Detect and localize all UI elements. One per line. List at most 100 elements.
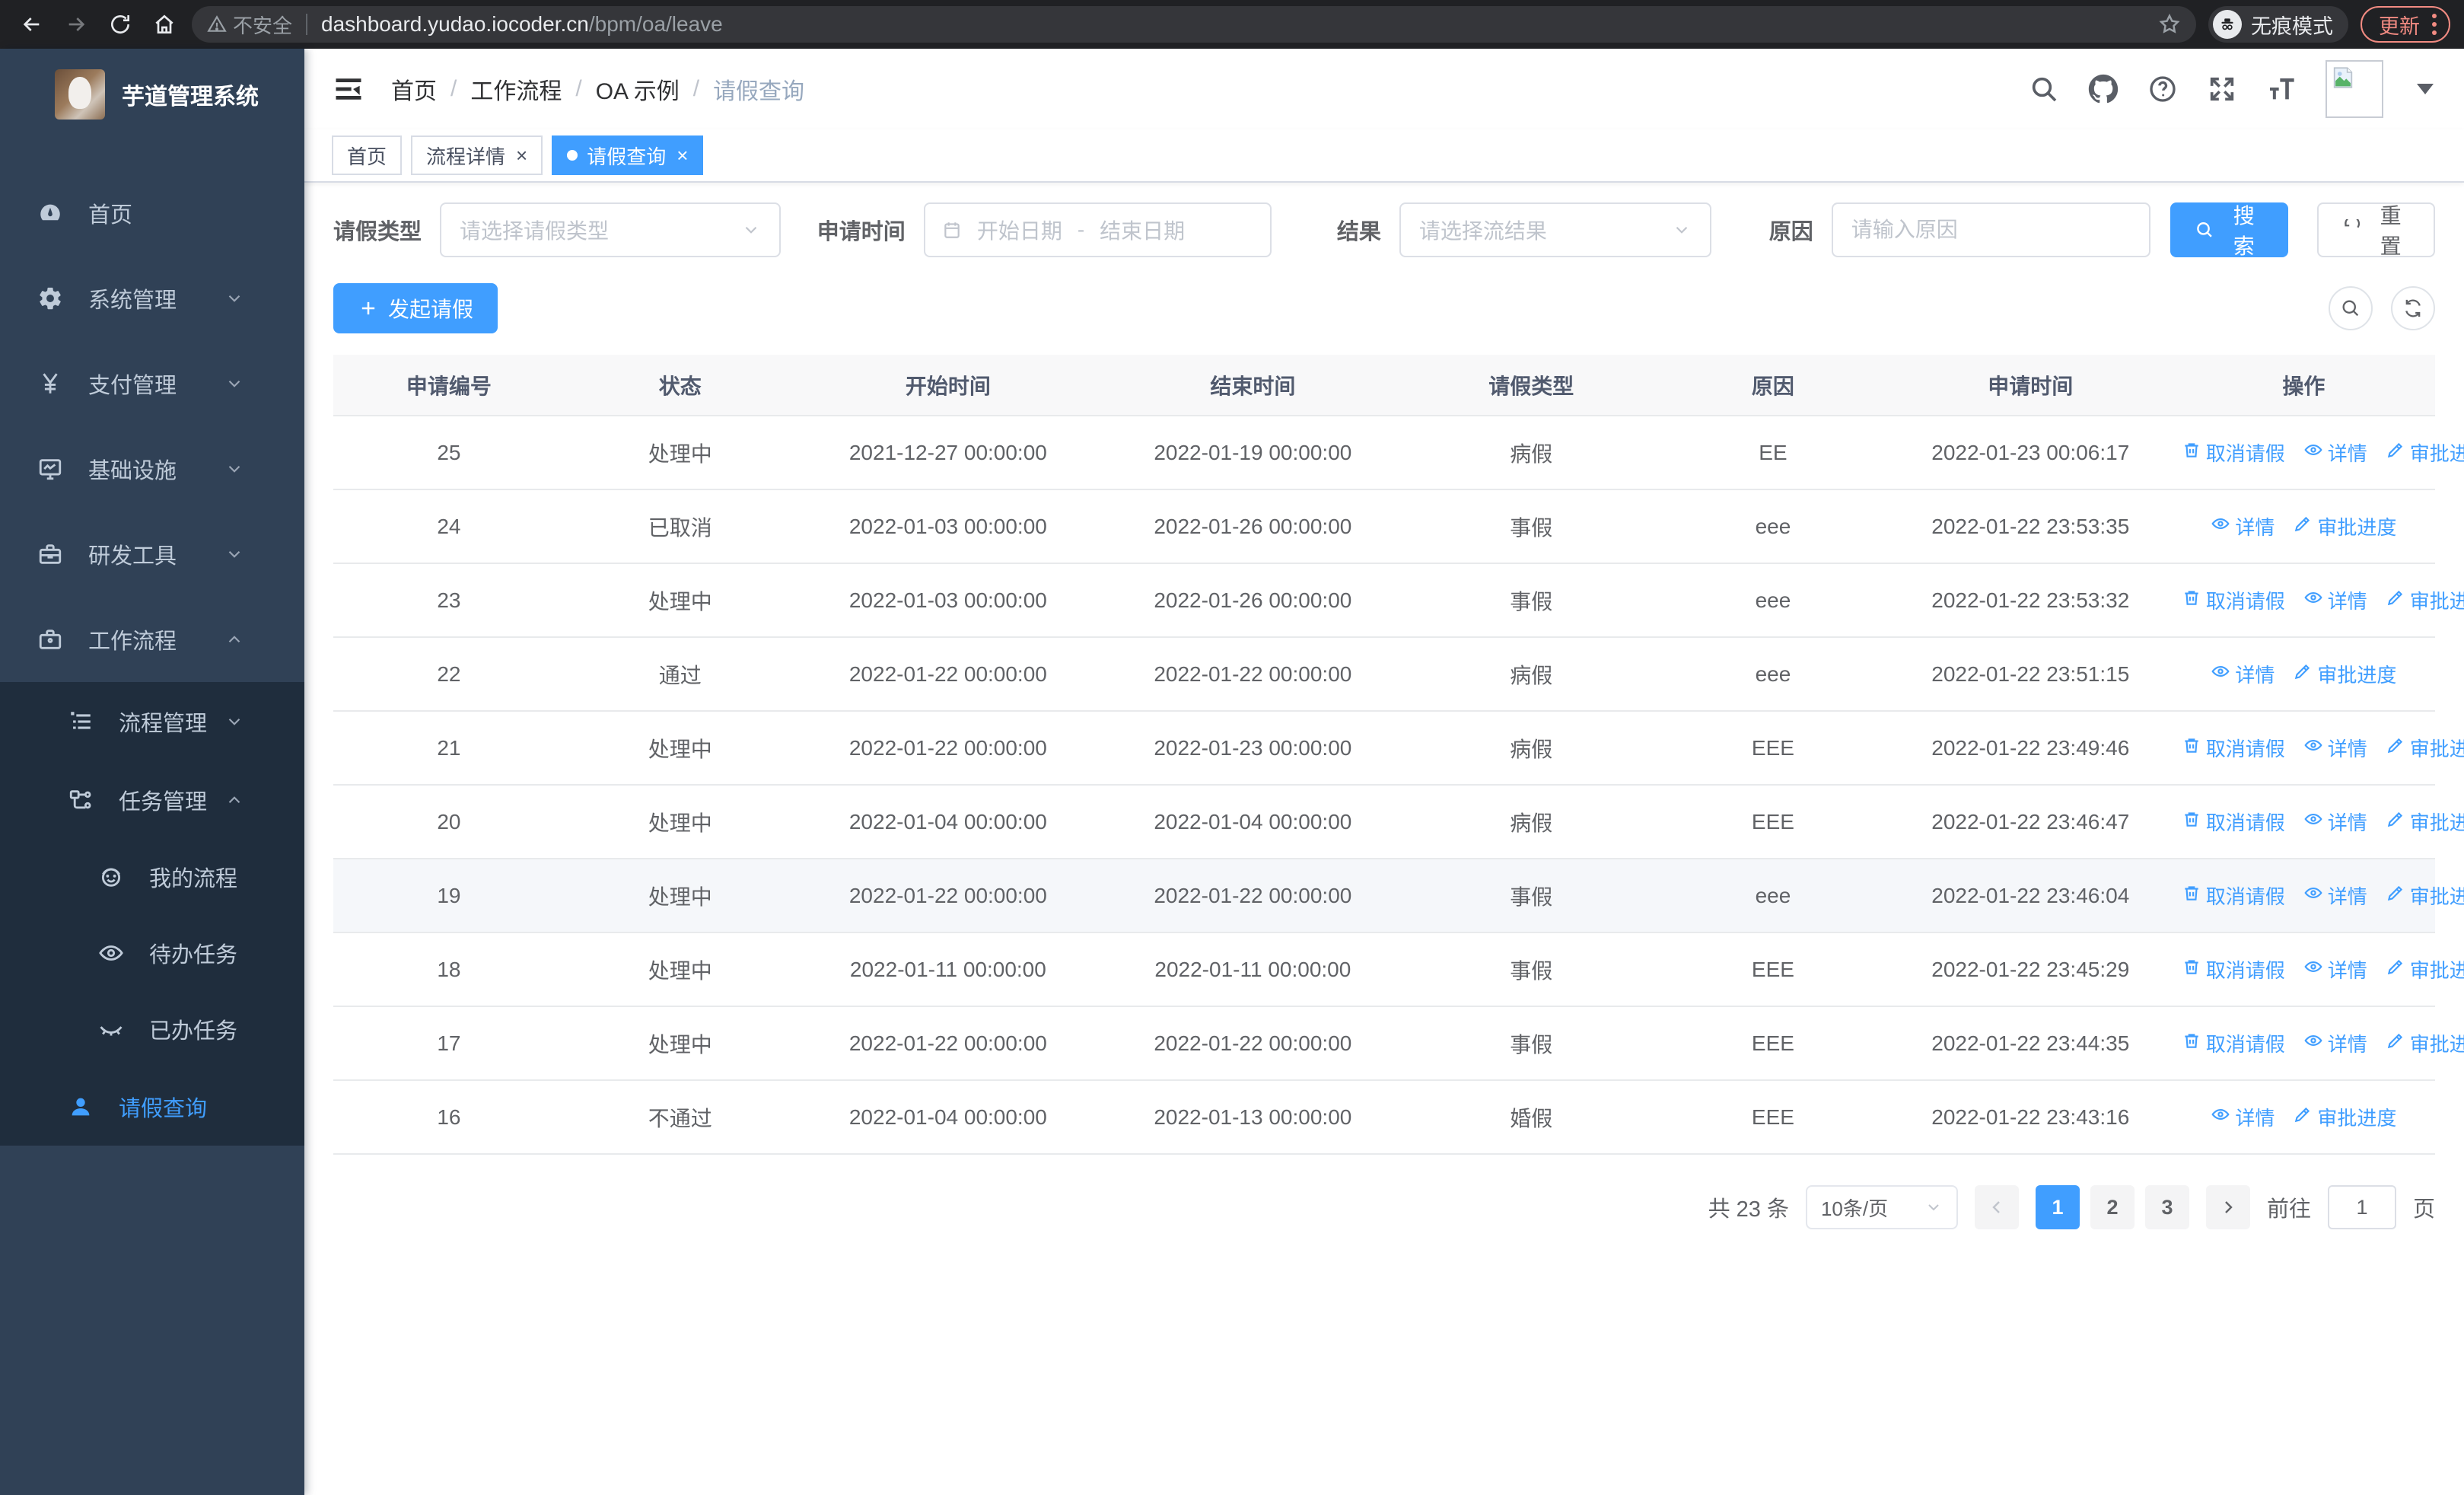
address-bar[interactable]: 不安全 dashboard.yudao.iocoder.cn/bpm/oa/le… — [192, 6, 2196, 43]
sidebar-item-工作流程[interactable]: 工作流程 — [0, 597, 304, 682]
avatar-dropdown-icon[interactable] — [2417, 84, 2434, 94]
refresh-table-button[interactable] — [2391, 286, 2435, 330]
cancel-leave-link[interactable]: 取消请假 — [2182, 1029, 2285, 1057]
approval-progress-link[interactable]: 审批进度 — [2293, 1103, 2396, 1131]
cell-end: 2022-01-11 00:00:00 — [1100, 932, 1405, 1007]
column-header: 申请时间 — [1888, 355, 2173, 416]
reset-button[interactable]: 重置 — [2317, 202, 2435, 258]
update-button[interactable]: 更新 — [2361, 6, 2450, 43]
approval-progress-link[interactable]: 审批进度 — [2293, 512, 2396, 540]
help-icon[interactable] — [2147, 74, 2178, 104]
sidebar-item-流程管理[interactable]: 流程管理 — [0, 682, 304, 760]
approval-progress-link[interactable]: 审批进度 — [2386, 808, 2464, 836]
detail-link[interactable]: 详情 — [2211, 1103, 2275, 1131]
search-button[interactable]: 搜索 — [2170, 202, 2289, 258]
security-status[interactable]: 不安全 — [207, 11, 292, 39]
breadcrumb-item[interactable]: 首页 — [391, 72, 437, 106]
action-label: 审批进度 — [2409, 442, 2464, 465]
sidebar-item-系统管理[interactable]: 系统管理 — [0, 256, 304, 341]
approval-progress-link[interactable]: 审批进度 — [2386, 438, 2464, 467]
reason-input[interactable] — [1851, 218, 2131, 242]
forward-icon[interactable] — [58, 6, 94, 43]
cancel-leave-link[interactable]: 取消请假 — [2182, 881, 2285, 910]
page-button-3[interactable]: 3 — [2144, 1185, 2189, 1229]
detail-link[interactable]: 详情 — [2303, 1029, 2367, 1057]
sidebar: 芋道管理系统 首页 系统管理 支付管理 基础设施 研发工具 工作流程 流程管理 任务管理 我的流… — [0, 49, 304, 1495]
cell-type: 事假 — [1405, 489, 1658, 564]
eye-closed-icon — [97, 1016, 125, 1042]
breadcrumb-item[interactable]: OA 示例 — [596, 72, 680, 106]
sidebar-item-支付管理[interactable]: 支付管理 — [0, 341, 304, 426]
detail-link[interactable]: 详情 — [2303, 808, 2367, 836]
total-count: 共 23 条 — [1708, 1197, 1789, 1222]
breadcrumb-item[interactable]: 工作流程 — [470, 72, 562, 106]
close-tab-icon[interactable]: × — [676, 145, 688, 165]
sidebar-item-任务管理[interactable]: 任务管理 — [0, 760, 304, 839]
approval-progress-link[interactable]: 审批进度 — [2386, 881, 2464, 910]
fullscreen-icon[interactable] — [2207, 74, 2237, 104]
toolbox-icon — [37, 541, 64, 567]
detail-link[interactable]: 详情 — [2303, 586, 2367, 614]
tab-请假查询[interactable]: 请假查询 × — [552, 135, 704, 175]
sidebar-item-基础设施[interactable]: 基础设施 — [0, 426, 304, 512]
bookmark-star-icon[interactable] — [2158, 13, 2181, 36]
browser-menu-icon[interactable] — [2432, 14, 2437, 35]
sidebar-item-研发工具[interactable]: 研发工具 — [0, 512, 304, 597]
prev-page-button[interactable] — [1974, 1185, 2019, 1229]
collapse-sidebar-icon[interactable] — [332, 72, 365, 106]
result-select[interactable]: 请选择流结果 — [1399, 202, 1711, 257]
cancel-leave-link[interactable]: 取消请假 — [2182, 955, 2285, 983]
back-icon[interactable] — [14, 6, 50, 43]
detail-link[interactable]: 详情 — [2303, 881, 2367, 910]
tab-首页[interactable]: 首页 — [332, 135, 403, 175]
detail-link[interactable]: 详情 — [2211, 512, 2275, 540]
search-icon[interactable] — [2029, 74, 2059, 104]
cancel-leave-link[interactable]: 取消请假 — [2182, 808, 2285, 836]
page-button-2[interactable]: 2 — [2090, 1185, 2135, 1229]
goto-page-input[interactable] — [2327, 1185, 2396, 1229]
header-tools — [2029, 60, 2434, 118]
detail-link[interactable]: 详情 — [2303, 955, 2367, 983]
cell-status: 处理中 — [564, 859, 796, 933]
leave-type-placeholder: 请选择请假类型 — [460, 219, 610, 243]
approval-progress-link[interactable]: 审批进度 — [2386, 1029, 2464, 1057]
page-button-1[interactable]: 1 — [2035, 1185, 2080, 1229]
sidebar-item-待办任务[interactable]: 待办任务 — [0, 915, 304, 991]
cancel-leave-link[interactable]: 取消请假 — [2182, 734, 2285, 762]
cell-end: 2022-01-13 00:00:00 — [1100, 1080, 1405, 1155]
cell-id: 22 — [333, 637, 565, 712]
next-page-button[interactable] — [2205, 1185, 2250, 1229]
close-tab-icon[interactable]: × — [516, 145, 527, 165]
sidebar-item-我的流程[interactable]: 我的流程 — [0, 839, 304, 915]
reload-icon[interactable] — [102, 6, 138, 43]
detail-link[interactable]: 详情 — [2303, 438, 2367, 467]
font-size-icon[interactable] — [2266, 74, 2297, 104]
detail-link[interactable]: 详情 — [2303, 734, 2367, 762]
sidebar-item-已办任务[interactable]: 已办任务 — [0, 991, 304, 1067]
sidebar-item-请假查询[interactable]: 请假查询 — [0, 1067, 304, 1146]
action-label: 审批进度 — [2409, 959, 2464, 982]
cancel-leave-link[interactable]: 取消请假 — [2182, 586, 2285, 614]
approval-progress-link[interactable]: 审批进度 — [2386, 734, 2464, 762]
tab-流程详情[interactable]: 流程详情 × — [411, 135, 543, 175]
cell-applied: 2022-01-22 23:45:29 — [1888, 932, 2173, 1007]
leave-type-select[interactable]: 请选择请假类型 — [440, 202, 781, 257]
github-icon[interactable] — [2088, 74, 2119, 104]
action-label: 审批进度 — [2317, 1107, 2397, 1130]
cancel-leave-link[interactable]: 取消请假 — [2182, 438, 2285, 467]
approval-progress-link[interactable]: 审批进度 — [2386, 955, 2464, 983]
apply-time-range[interactable]: 开始日期 - 结束日期 — [923, 202, 1272, 257]
create-leave-button[interactable]: 发起请假 — [333, 283, 498, 333]
approval-progress-link[interactable]: 审批进度 — [2293, 660, 2396, 688]
home-icon[interactable] — [146, 6, 183, 43]
page-size-select[interactable]: 10条/页 — [1805, 1185, 1958, 1229]
view-icon — [2211, 661, 2230, 687]
sidebar-item-首页[interactable]: 首页 — [0, 171, 304, 256]
approval-progress-link[interactable]: 审批进度 — [2386, 586, 2464, 614]
avatar[interactable] — [2326, 60, 2383, 118]
toggle-search-button[interactable] — [2329, 286, 2373, 330]
chevron-up-icon — [221, 630, 248, 649]
detail-link[interactable]: 详情 — [2211, 660, 2275, 688]
view-icon — [2211, 1105, 2230, 1130]
cell-start: 2022-01-04 00:00:00 — [795, 785, 1101, 859]
